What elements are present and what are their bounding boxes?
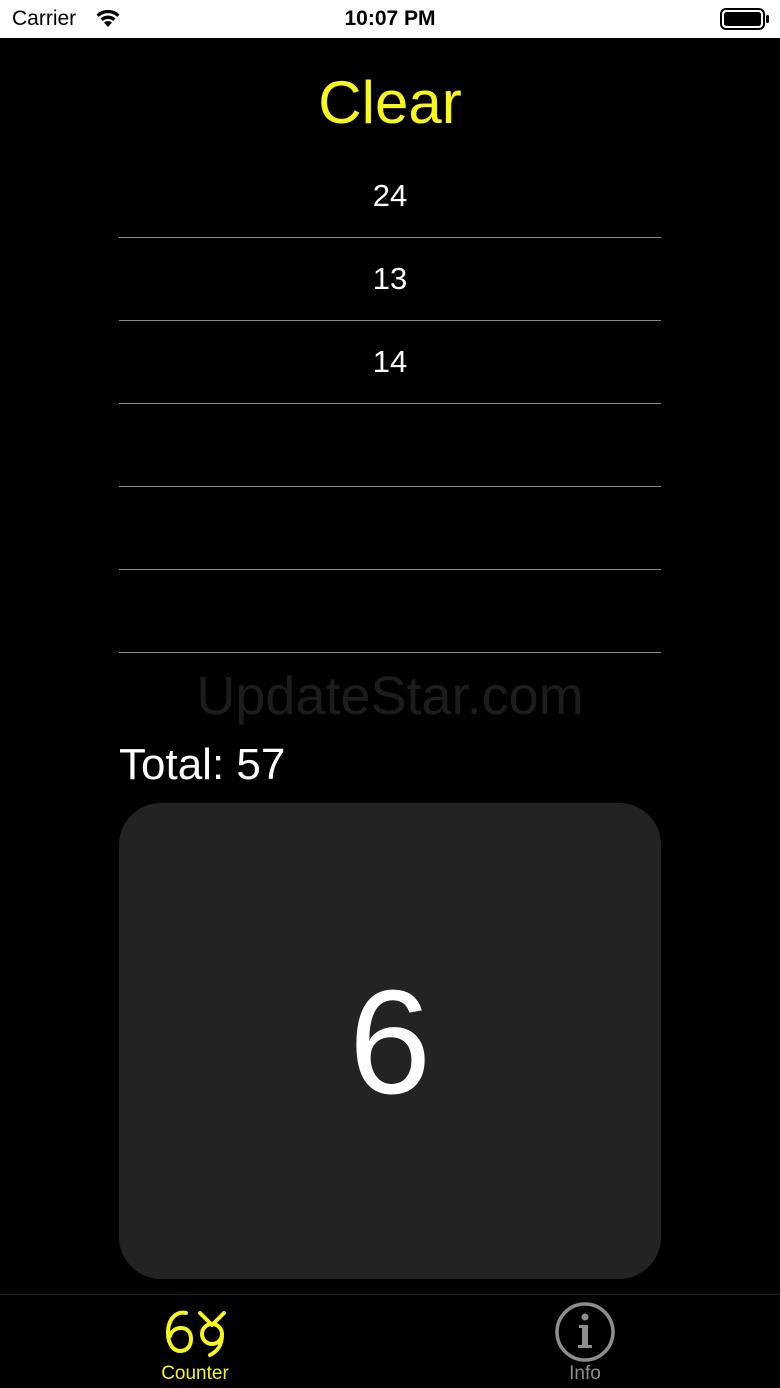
info-icon [555, 1302, 615, 1362]
tab-info[interactable]: Info [390, 1295, 780, 1388]
history-row[interactable]: 13 [119, 238, 661, 321]
history-list: 24 13 14 [119, 155, 661, 653]
tab-bar: Counter Info [0, 1294, 780, 1388]
status-bar: Carrier 10:07 PM [0, 0, 780, 38]
tab-counter-label: Counter [161, 1363, 229, 1384]
counter-tap-pad[interactable]: 6 [119, 803, 661, 1279]
history-row[interactable] [119, 487, 661, 570]
tab-counter[interactable]: Counter [0, 1295, 390, 1388]
clear-button[interactable]: Clear [0, 68, 780, 137]
counter-value: 6 [348, 960, 432, 1125]
battery-icon [720, 8, 769, 30]
history-row[interactable] [119, 570, 661, 653]
tab-info-label: Info [569, 1363, 601, 1384]
history-row[interactable]: 24 [119, 155, 661, 238]
status-time: 10:07 PM [344, 7, 436, 30]
counter-icon [165, 1310, 226, 1357]
watermark: UpdateStar.com [196, 666, 584, 726]
history-row[interactable] [119, 404, 661, 487]
total-label: Total: 57 [119, 740, 286, 789]
history-row[interactable]: 14 [119, 321, 661, 404]
